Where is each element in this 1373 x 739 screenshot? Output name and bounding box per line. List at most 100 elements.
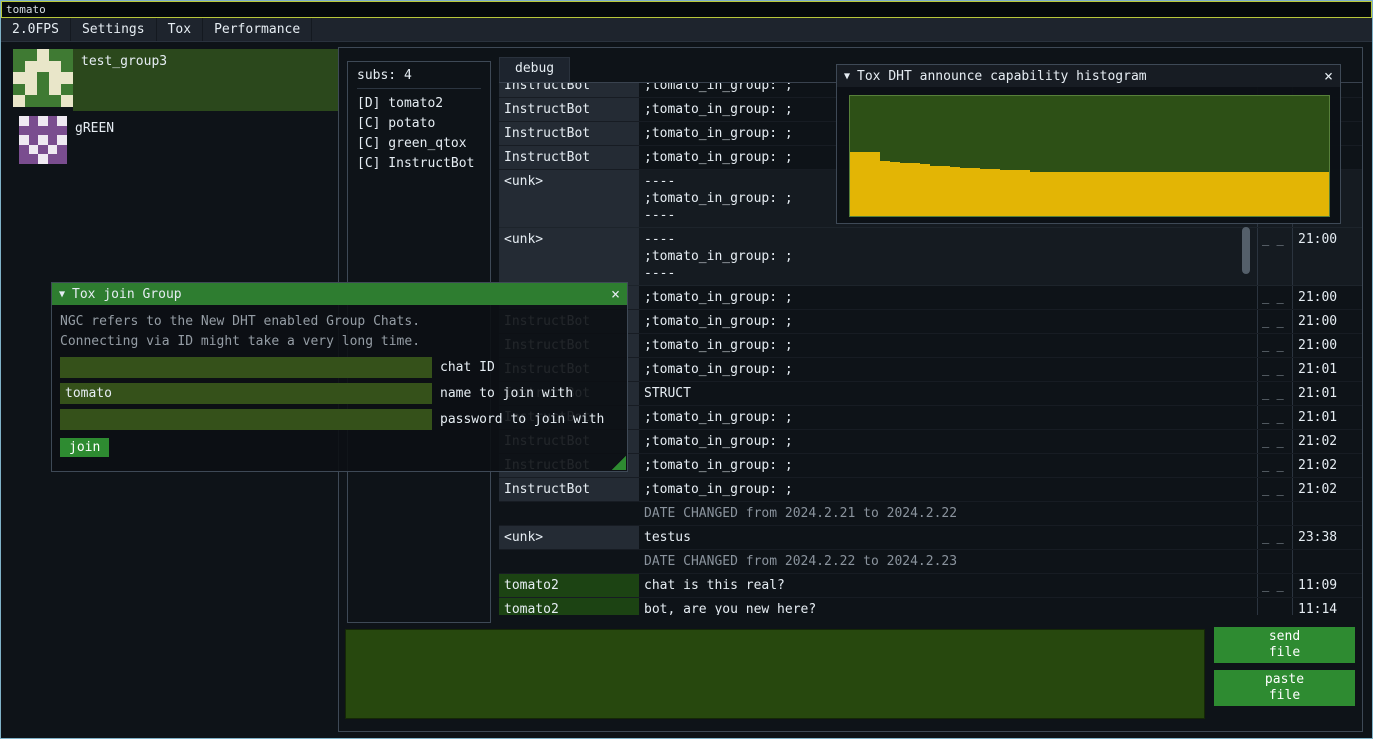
chat-row: DATE CHANGED from 2024.2.22 to 2024.2.23 — [499, 550, 1362, 574]
join-field-row: name to join with — [60, 383, 619, 404]
histogram-bar — [880, 161, 890, 216]
collapse-arrow-icon[interactable]: ▼ — [59, 289, 65, 300]
message-line: STRUCT — [644, 385, 1252, 402]
histogram-bar — [870, 152, 880, 216]
message-time: 21:00 — [1292, 310, 1362, 333]
histogram-bar — [1030, 172, 1040, 216]
histogram-bar — [1120, 172, 1130, 216]
close-icon[interactable]: × — [611, 285, 620, 303]
file-buttons: sendfile pastefile — [1214, 627, 1355, 713]
resize-grip-icon[interactable] — [612, 456, 626, 470]
histogram-bar — [910, 163, 920, 216]
subs-item-c-potato[interactable]: [C] potato — [357, 114, 481, 134]
window-titlebar[interactable]: tomato — [1, 1, 1372, 18]
subs-item-d-tomato2[interactable]: [D] tomato2 — [357, 94, 481, 114]
message-time: 21:00 — [1292, 334, 1362, 357]
tab-debug[interactable]: debug — [499, 57, 570, 82]
histogram-bar — [920, 164, 930, 216]
histogram-bar — [950, 167, 960, 216]
subs-item-c-green-qtox[interactable]: [C] green_qtox — [357, 134, 481, 154]
chat-row: <unk>testus_ _23:38 — [499, 526, 1362, 550]
group-label: gREEN — [67, 116, 338, 164]
chat-id-label: chat ID — [440, 360, 495, 375]
menu-item-settings[interactable]: Settings — [71, 18, 157, 41]
message-text: ;tomato_in_group: ; — [639, 454, 1257, 477]
join-field-row: password to join with — [60, 409, 619, 430]
histogram-bar — [1299, 172, 1309, 216]
join-button[interactable]: join — [60, 438, 109, 457]
histogram-bar — [930, 166, 940, 216]
histogram-bar — [960, 168, 970, 216]
name-to-join-with-label: name to join with — [440, 386, 573, 401]
histogram-bar — [900, 163, 910, 216]
message-text: testus — [639, 526, 1257, 549]
app-window: tomato 2.0FPSSettingsToxPerformance test… — [0, 0, 1373, 739]
close-icon[interactable]: × — [1324, 67, 1333, 85]
histogram-bar — [1259, 172, 1269, 216]
join-group-body: NGC refers to the New DHT enabled Group … — [52, 305, 627, 464]
message-line: ;tomato_in_group: ; — [644, 337, 1252, 354]
message-status — [1257, 502, 1292, 525]
sidebar-group-green[interactable]: gREEN — [13, 116, 338, 164]
message-text: ;tomato_in_group: ; — [639, 358, 1257, 381]
sidebar-group-test-group3[interactable]: test_group3 — [13, 49, 338, 111]
name-to-join-with-input[interactable] — [60, 383, 432, 404]
message-author — [499, 502, 639, 525]
paste-file-button[interactable]: pastefile — [1214, 670, 1355, 706]
menu-item-performance[interactable]: Performance — [203, 18, 312, 41]
histogram-bar — [1179, 172, 1189, 216]
message-status: _ _ — [1257, 574, 1292, 597]
message-text: ----;tomato_in_group: ;---- — [639, 228, 1257, 285]
join-info-line: NGC refers to the New DHT enabled Group … — [60, 312, 619, 332]
message-line: ;tomato_in_group: ; — [644, 481, 1252, 498]
subs-item-c-instructbot[interactable]: [C] InstructBot — [357, 154, 481, 174]
message-author: <unk> — [499, 526, 639, 549]
send-file-label: file — [1269, 645, 1300, 661]
message-status: _ _ — [1257, 526, 1292, 549]
chat-row: InstructBot;tomato_in_group: ;_ _21:00 — [499, 286, 1362, 310]
menu-item-tox[interactable]: Tox — [157, 18, 203, 41]
group-avatar-icon — [19, 116, 67, 164]
menu-item-2-0fps[interactable]: 2.0FPS — [1, 18, 71, 41]
chat-row: InstructBot;tomato_in_group: ;_ _21:00 — [499, 334, 1362, 358]
histogram-bar — [1319, 172, 1329, 216]
chat-row: InstructBot;tomato_in_group: ;_ _21:02 — [499, 430, 1362, 454]
histogram-bar — [1249, 172, 1259, 216]
send-file-button[interactable]: sendfile — [1214, 627, 1355, 663]
message-line: ;tomato_in_group: ; — [644, 313, 1252, 330]
message-line: ---- — [644, 265, 1252, 282]
join-group-info: NGC refers to the New DHT enabled Group … — [60, 312, 619, 352]
chat-id-input[interactable] — [60, 357, 432, 378]
histogram-bar — [990, 169, 1000, 216]
message-time: 21:01 — [1292, 358, 1362, 381]
collapse-arrow-icon[interactable]: ▼ — [844, 71, 850, 82]
histogram-bar — [1219, 172, 1229, 216]
password-to-join-with-input[interactable] — [60, 409, 432, 430]
message-status: _ _ — [1257, 310, 1292, 333]
message-status: _ _ — [1257, 406, 1292, 429]
composer-input[interactable] — [345, 629, 1205, 719]
histogram-bar — [850, 152, 860, 216]
message-status — [1257, 550, 1292, 573]
chat-row: InstructBot;tomato_in_group: ;_ _21:02 — [499, 478, 1362, 502]
join-group-title: Tox join Group — [72, 287, 182, 302]
histogram-bar — [1010, 170, 1020, 216]
message-author: tomato2 — [499, 574, 639, 597]
message-time — [1292, 550, 1362, 573]
histogram-bar — [980, 169, 990, 216]
message-time: 11:14 — [1292, 598, 1362, 615]
message-time: 21:00 — [1292, 286, 1362, 309]
histogram-titlebar[interactable]: ▼ Tox DHT announce capability histogram … — [837, 65, 1340, 87]
chat-row: InstructBot;tomato_in_group: ;_ _21:01 — [499, 406, 1362, 430]
histogram-title: Tox DHT announce capability histogram — [857, 69, 1147, 84]
histogram-bar — [1000, 170, 1010, 216]
message-text: ;tomato_in_group: ; — [639, 430, 1257, 453]
chat-scrollbar[interactable] — [1242, 227, 1250, 274]
system-message: DATE CHANGED from 2024.2.22 to 2024.2.23 — [639, 550, 1257, 573]
chat-row: tomato2chat is this real?_ _11:09 — [499, 574, 1362, 598]
join-group-titlebar[interactable]: ▼ Tox join Group × — [52, 283, 627, 305]
message-status: _ _ — [1257, 358, 1292, 381]
paste-file-label: file — [1269, 688, 1300, 704]
group-name: test_group3 — [81, 54, 167, 69]
histogram-bar — [1239, 172, 1249, 216]
